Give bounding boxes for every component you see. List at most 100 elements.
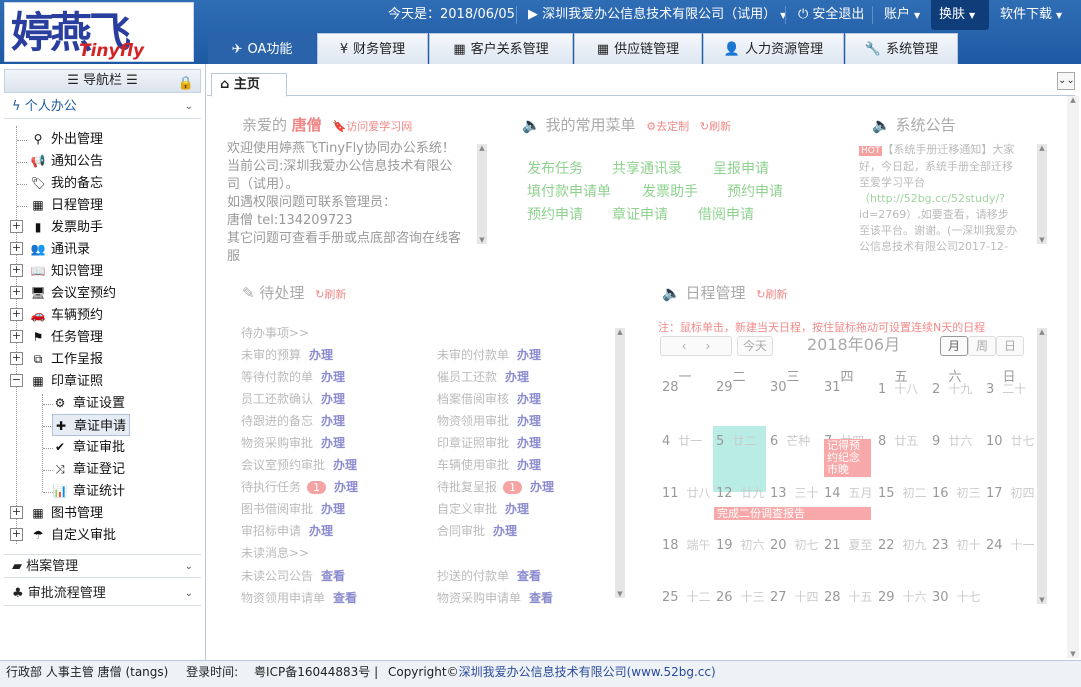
message-view-link[interactable]: 查看 — [321, 569, 345, 583]
calendar-view-month[interactable]: 月 — [940, 336, 968, 356]
message-view-link[interactable]: 查看 — [333, 591, 357, 605]
menu-link[interactable]: 章证申请 — [612, 204, 668, 224]
todo-action-link[interactable]: 办理 — [505, 502, 529, 516]
collapse-toggle[interactable]: ⌄⌄ — [1057, 72, 1075, 90]
calendar-day-cell[interactable]: 21 夏至 — [824, 536, 873, 553]
sidebar-item-invoice[interactable]: ▮ 发票助手 — [30, 216, 103, 238]
module-tab-oa[interactable]: ✈ OA功能 — [208, 33, 316, 64]
todo-action-link[interactable]: 办理 — [517, 436, 541, 450]
module-tab-hr[interactable]: 👤 人力资源管理 — [703, 33, 844, 64]
sidebar-item-notices[interactable]: 📢 通知公告 — [30, 150, 104, 172]
todo-action-link[interactable]: 办理 — [321, 392, 345, 406]
calendar-day-cell[interactable]: 14 五月 — [824, 484, 873, 501]
scrollbar[interactable]: ▲ ▼ — [477, 144, 487, 244]
calendar-day-cell[interactable]: 31 — [824, 380, 849, 395]
todo-action-link[interactable]: 办理 — [309, 524, 333, 538]
expand-plus-icon[interactable]: + — [10, 352, 23, 365]
menu-link[interactable]: 填付款申请单 — [527, 181, 611, 201]
calendar-day-cell[interactable]: 4 廿一 — [662, 432, 702, 449]
calendar-day-cell[interactable]: 25 十二 — [662, 588, 711, 605]
footer-company-link[interactable]: 深圳我爱办公信息技术有限公司(www.52bg.cc) — [459, 665, 716, 679]
sidebar-subitem-seal-settings[interactable]: ⚙ 章证设置 — [52, 392, 125, 414]
calendar-day-cell[interactable]: 20 初七 — [770, 536, 819, 553]
footer-icp[interactable]: 粤ICP备16044883号 | — [254, 665, 378, 679]
todo-action-link[interactable]: 办理 — [321, 370, 345, 384]
sidebar-item-meeting-room[interactable]: 🖥 会议室预约 — [30, 282, 116, 304]
calendar-day-cell[interactable]: 28 — [662, 380, 687, 395]
sidebar-item-library[interactable]: ▦ 图书管理 — [30, 502, 103, 524]
sidebar-item-vehicle[interactable]: 🚗 车辆预约 — [30, 304, 104, 326]
todo-action-link[interactable]: 办理 — [517, 392, 541, 406]
calendar-day-cell[interactable]: 6 芒种 — [770, 432, 810, 449]
calendar-view-day[interactable]: 日 — [996, 336, 1024, 356]
sidebar-subitem-seal-apply[interactable]: ✚ 章证申请 — [52, 414, 131, 436]
module-tab-crm[interactable]: ▦ 客户关系管理 — [429, 33, 573, 64]
sidebar-item-seals[interactable]: ▦ 印章证照 — [30, 370, 103, 392]
calendar-today-button[interactable]: 今天 — [737, 336, 773, 356]
sidebar-item-custom-approval[interactable]: ☂ 自定义审批 — [30, 524, 116, 546]
calendar-day-cell[interactable]: 26 十三 — [716, 588, 765, 605]
sidebar-item-reports[interactable]: ⧉ 工作呈报 — [30, 348, 103, 370]
expand-plus-icon[interactable]: + — [10, 242, 23, 255]
refresh-link[interactable]: ↻刷新 — [756, 288, 787, 301]
calendar-day-cell[interactable]: 28 十五 — [824, 588, 873, 605]
todo-action-link[interactable]: 办理 — [321, 436, 345, 450]
todo-action-link[interactable]: 办理 — [505, 370, 529, 384]
calendar-day-cell[interactable]: 13 三十 — [770, 484, 819, 501]
sidebar-item-knowledge[interactable]: 📖 知识管理 — [30, 260, 104, 282]
chevron-right-icon[interactable]: › — [706, 339, 711, 353]
calendar-day-cell[interactable]: 29 十六 — [878, 588, 927, 605]
main-scrollbar[interactable]: ▲ ▼ — [1067, 96, 1079, 658]
account-menu-button[interactable]: 账户 ▼ — [876, 0, 928, 30]
menu-link[interactable]: 呈报申请 — [713, 158, 769, 178]
calendar-day-cell[interactable]: 30 十七 — [932, 588, 981, 605]
visit-study-link[interactable]: 🔖访问爱学习网 — [333, 120, 413, 133]
menu-link[interactable]: 发票助手 — [642, 181, 698, 201]
todo-action-link[interactable]: 办理 — [517, 348, 541, 362]
sidebar-item-outing[interactable]: ⚲ 外出管理 — [30, 128, 103, 150]
sidebar-subitem-seal-register[interactable]: ⤨ 章证登记 — [52, 458, 125, 480]
refresh-link[interactable]: ↻刷新 — [700, 120, 731, 133]
calendar-day-cell[interactable]: 15 初二 — [878, 484, 927, 501]
expand-plus-icon[interactable]: + — [10, 220, 23, 233]
sidebar-item-schedule[interactable]: ▦ 日程管理 — [30, 194, 103, 216]
expand-plus-icon[interactable]: + — [10, 506, 23, 519]
todo-action-link[interactable]: 办理 — [321, 414, 345, 428]
calendar-day-cell[interactable]: 12 廿九 — [716, 484, 765, 501]
calendar-day-cell[interactable]: 5 廿二 — [716, 432, 756, 449]
calendar-day-cell[interactable]: 24 十一 — [986, 536, 1035, 553]
sidebar-item-contacts[interactable]: 👥 通讯录 — [30, 238, 91, 260]
calendar-day-cell[interactable]: 9 廿六 — [932, 432, 972, 449]
calendar-day-cell[interactable]: 29 — [716, 380, 741, 395]
company-switch-button[interactable]: ▶ 深圳我爱办公信息技术有限公司（试用） ▼ — [520, 0, 794, 30]
sidebar-group-approval-flow[interactable]: ♣ 审批流程管理 ⌄ — [4, 582, 201, 606]
notice-line[interactable]: 【系统手册迁移通知】大家 — [882, 143, 1014, 156]
scrollbar[interactable]: ▲ ▼ — [1037, 328, 1047, 604]
calendar-day-cell[interactable]: 23 初十 — [932, 536, 981, 553]
calendar-event[interactable]: 记得预约纪念市晚 — [824, 439, 871, 477]
module-tab-supply-chain[interactable]: ▦ 供应链管理 — [574, 33, 702, 64]
calendar-day-cell[interactable]: 8 廿五 — [878, 432, 918, 449]
expand-plus-icon[interactable]: + — [10, 286, 23, 299]
tab-home[interactable]: ⌂ 主页 — [211, 73, 287, 97]
sidebar-subitem-seal-stats[interactable]: 📊 章证统计 — [52, 480, 126, 502]
calendar-view-week[interactable]: 周 — [968, 336, 996, 356]
expand-plus-icon[interactable]: + — [10, 308, 23, 321]
calendar-day-cell[interactable]: 27 十四 — [770, 588, 819, 605]
todo-action-link[interactable]: 办理 — [333, 458, 357, 472]
todo-action-link[interactable]: 办理 — [493, 524, 517, 538]
calendar-day-cell[interactable]: 2 十九 — [932, 380, 972, 397]
logout-button[interactable]: ⏻ 安全退出 — [790, 0, 872, 30]
skin-menu-button[interactable]: 换肤 ▼ — [931, 0, 989, 30]
module-tab-finance[interactable]: ¥ 财务管理 — [317, 33, 428, 64]
chevron-left-icon[interactable]: ‹ — [682, 339, 687, 353]
expand-plus-icon[interactable]: + — [10, 264, 23, 277]
calendar-day-cell[interactable]: 18 端午 — [662, 536, 711, 553]
calendar-day-cell[interactable]: 10 廿七 — [986, 432, 1035, 449]
calendar-day-cell[interactable]: 1 十八 — [878, 380, 918, 397]
sidebar-item-tasks[interactable]: ⚑ 任务管理 — [30, 326, 103, 348]
expand-plus-icon[interactable]: + — [10, 528, 23, 541]
collapse-minus-icon[interactable]: − — [10, 374, 23, 387]
message-view-link[interactable]: 查看 — [529, 591, 553, 605]
sidebar-group-archives[interactable]: ▰ 档案管理 ⌄ — [4, 554, 201, 578]
